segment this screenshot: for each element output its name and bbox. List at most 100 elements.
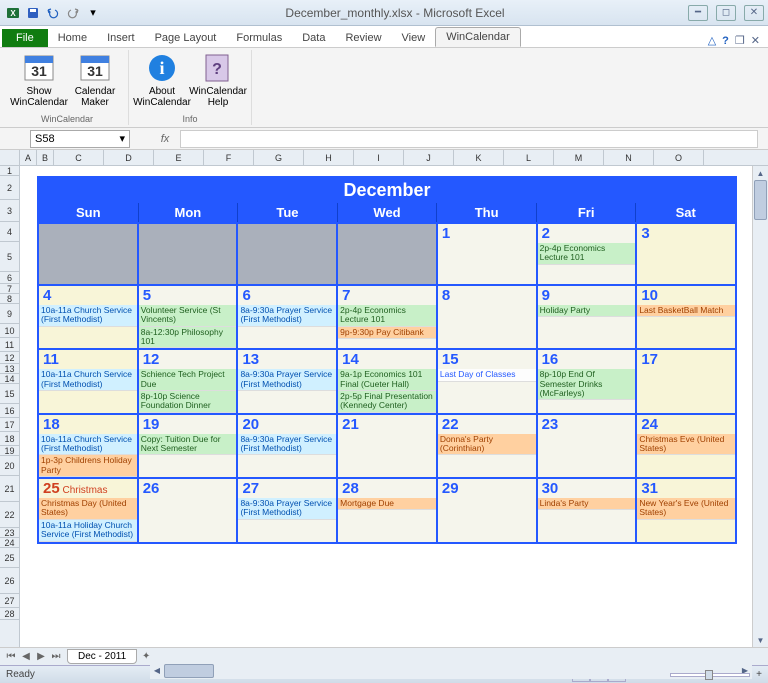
row-header[interactable]: 24 [0, 538, 19, 548]
wincalendar-help-button[interactable]: ?WinCalendar Help [191, 50, 245, 113]
row-header[interactable]: 13 [0, 364, 19, 374]
calendar-event[interactable]: 9p-9:30p Pay Citibank [338, 327, 436, 339]
row-header[interactable]: 20 [0, 456, 19, 476]
calendar-day[interactable]: 22p-4p Economics Lecture 101 [538, 224, 638, 284]
tab-page-layout[interactable]: Page Layout [145, 29, 227, 47]
file-tab[interactable]: File [2, 29, 48, 47]
row-header[interactable]: 22 [0, 502, 19, 528]
scroll-up-icon[interactable]: ▲ [753, 166, 768, 180]
calendar-day[interactable]: 8 [438, 286, 538, 348]
row-header[interactable]: 2 [0, 176, 19, 200]
calendar-event[interactable]: 8a-9:30a Prayer Service (First Methodist… [238, 434, 336, 456]
tab-view[interactable]: View [392, 29, 436, 47]
calendar-day[interactable]: 149a-1p Economics 101 Final (Cueter Hall… [338, 350, 438, 412]
formula-input[interactable] [180, 130, 758, 148]
calendar-event[interactable]: 1p-3p Childrens Holiday Party [39, 455, 137, 477]
calendar-day[interactable]: 29 [438, 479, 538, 541]
calendar-day[interactable]: 30Linda's Party [538, 479, 638, 541]
calendar-event[interactable]: Schience Tech Project Due [139, 369, 237, 391]
calendar-event[interactable]: 8a-9:30a Prayer Service (First Methodist… [238, 498, 336, 520]
row-header[interactable]: 4 [0, 222, 19, 242]
row-header[interactable]: 9 [0, 304, 19, 324]
calendar-event[interactable]: Last BasketBall Match [637, 305, 735, 317]
sheet-nav-first-icon[interactable]: ⏮ [4, 650, 18, 664]
calendar-day[interactable]: 23 [538, 415, 638, 477]
zoom-thumb[interactable] [705, 670, 713, 680]
row-header[interactable]: 16 [0, 404, 19, 418]
name-box-dropdown-icon[interactable]: ▾ [119, 132, 125, 145]
tab-formulas[interactable]: Formulas [226, 29, 292, 47]
calendar-event[interactable]: 2p-4p Economics Lecture 101 [338, 305, 436, 327]
column-header[interactable]: N [604, 150, 654, 165]
calendar-day[interactable]: 72p-4p Economics Lecture 1019p-9:30p Pay… [338, 286, 438, 348]
help-icon[interactable]: ? [722, 35, 729, 47]
calendar-day[interactable]: 15Last Day of Classes [438, 350, 538, 412]
about-wincalendar-button[interactable]: iAbout WinCalendar [135, 50, 189, 113]
close-button[interactable]: ✕ [744, 5, 764, 21]
vertical-scrollbar[interactable]: ▲ ▼ [752, 166, 768, 647]
column-header[interactable]: E [154, 150, 204, 165]
calendar-day[interactable]: 12Schience Tech Project Due8p-10p Scienc… [139, 350, 239, 412]
column-header[interactable]: K [454, 150, 504, 165]
calendar-event[interactable]: 8p-10p End Of Semester Drinks (McFarleys… [538, 369, 636, 400]
new-sheet-icon[interactable]: ✦ [139, 650, 153, 664]
row-header[interactable]: 3 [0, 200, 19, 222]
calendar-day[interactable]: 24Christmas Eve (United States) [637, 415, 735, 477]
row-header[interactable]: 1 [0, 166, 19, 176]
select-all-cell[interactable] [0, 150, 20, 166]
tab-wincalendar[interactable]: WinCalendar [435, 27, 521, 47]
row-header[interactable]: 11 [0, 338, 19, 352]
row-header[interactable]: 19 [0, 446, 19, 456]
calendar-day[interactable]: 22Donna's Party (Corinthian) [438, 415, 538, 477]
row-header[interactable]: 8 [0, 294, 19, 304]
window-restore-icon[interactable]: ❐ [735, 34, 745, 47]
calendar-day[interactable]: 168p-10p End Of Semester Drinks (McFarle… [538, 350, 638, 412]
row-header[interactable]: 12 [0, 352, 19, 364]
calendar-event[interactable]: 9a-1p Economics 101 Final (Cueter Hall) [338, 369, 436, 391]
column-header[interactable]: I [354, 150, 404, 165]
calendar-day[interactable]: 9Holiday Party [538, 286, 638, 348]
row-header[interactable]: 21 [0, 476, 19, 502]
column-header[interactable]: F [204, 150, 254, 165]
calendar-day[interactable]: 19Copy: Tuition Due for Next Semester [139, 415, 239, 477]
workbook-close-icon[interactable]: ✕ [751, 34, 760, 47]
column-header[interactable]: J [404, 150, 454, 165]
column-header[interactable]: O [654, 150, 704, 165]
horizontal-scrollbar[interactable]: ◀ ▶ [150, 663, 752, 679]
calendar-day[interactable] [39, 224, 139, 284]
row-header[interactable]: 10 [0, 324, 19, 338]
fx-icon[interactable]: fx [150, 133, 180, 145]
calendar-day[interactable]: 25 ChristmasChristmas Day (United States… [39, 479, 139, 541]
row-header[interactable]: 6 [0, 272, 19, 284]
tab-data[interactable]: Data [292, 29, 335, 47]
calendar-day[interactable]: 10Last BasketBall Match [637, 286, 735, 348]
sheet-nav-next-icon[interactable]: ▶ [34, 650, 48, 664]
calendar-day[interactable] [238, 224, 338, 284]
calendar-event[interactable]: 10a-11a Church Service (First Methodist) [39, 369, 137, 391]
column-header[interactable]: D [104, 150, 154, 165]
calendar-day[interactable]: 17 [637, 350, 735, 412]
zoom-in-icon[interactable]: + [756, 669, 762, 680]
calendar-day[interactable]: 1810a-11a Church Service (First Methodis… [39, 415, 139, 477]
tab-home[interactable]: Home [48, 29, 97, 47]
vscroll-thumb[interactable] [754, 180, 767, 220]
row-header[interactable]: 26 [0, 568, 19, 594]
ribbon-minimize-icon[interactable]: △ [708, 34, 716, 47]
row-header[interactable]: 18 [0, 432, 19, 446]
calendar-event[interactable]: Copy: Tuition Due for Next Semester [139, 434, 237, 456]
column-header[interactable]: C [54, 150, 104, 165]
calendar-event[interactable]: 10a-11a Church Service (First Methodist) [39, 305, 137, 327]
calendar-event[interactable]: Donna's Party (Corinthian) [438, 434, 536, 456]
sheet-nav-last-icon[interactable]: ⏭ [49, 650, 63, 664]
column-header[interactable]: A [20, 150, 37, 165]
calendar-event[interactable]: 8a-9:30a Prayer Service (First Methodist… [238, 369, 336, 391]
calendar-event[interactable]: New Year's Eve (United States) [637, 498, 735, 520]
calendar-event[interactable]: Holiday Party [538, 305, 636, 317]
column-header[interactable]: L [504, 150, 554, 165]
calendar-event[interactable]: Linda's Party [538, 498, 636, 510]
redo-icon[interactable] [64, 4, 82, 22]
calendar-maker-button[interactable]: 31Calendar Maker [68, 50, 122, 113]
row-header[interactable]: 7 [0, 284, 19, 294]
calendar-day[interactable] [139, 224, 239, 284]
zoom-slider[interactable] [670, 673, 750, 677]
